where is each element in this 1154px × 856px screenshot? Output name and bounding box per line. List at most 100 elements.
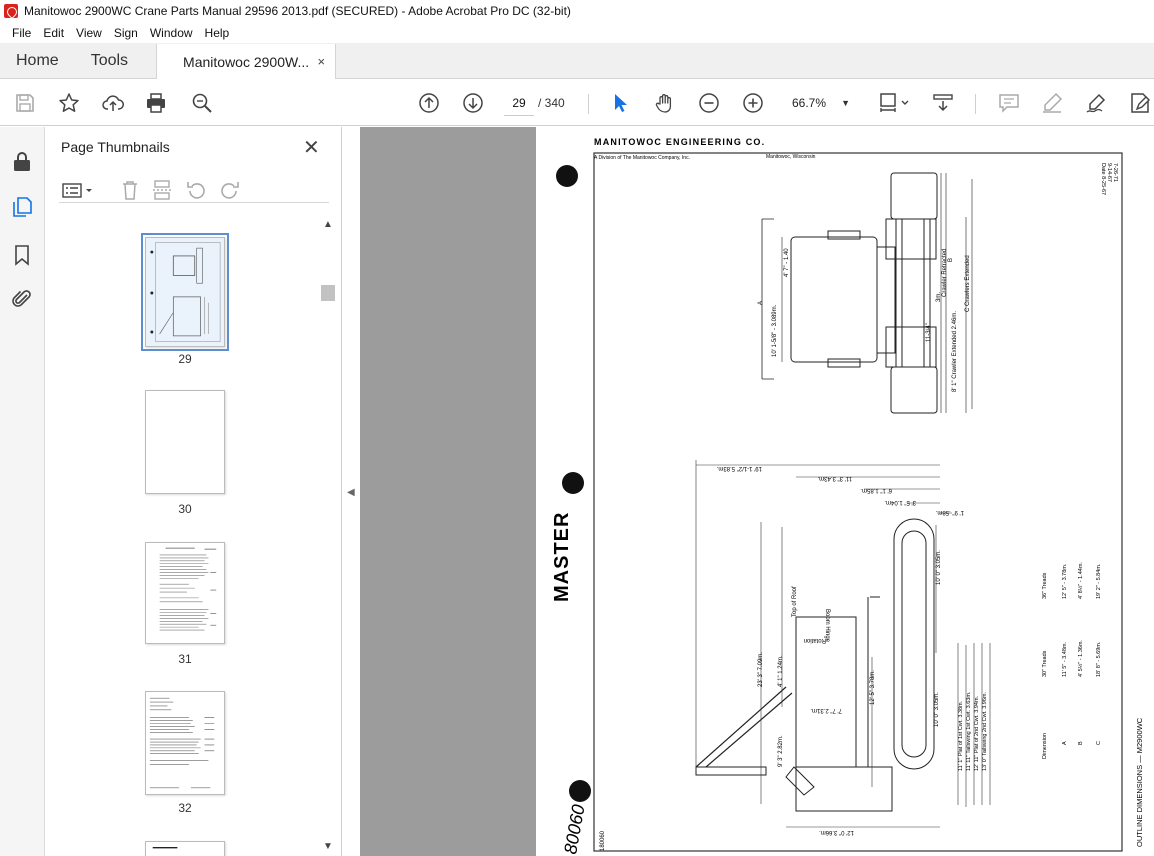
- thumbnail-page-number: 32: [178, 801, 192, 815]
- thumbnail-page-31[interactable]: [145, 542, 225, 644]
- insert-page-icon: [153, 180, 171, 200]
- dimension-label: 3' 5" 1.04m.: [884, 499, 916, 505]
- find-button[interactable]: [189, 90, 215, 116]
- thumbnail-page-32[interactable]: [145, 691, 225, 795]
- zoom-level-select[interactable]: 66.7% ▼: [784, 92, 854, 114]
- dimension-label: 12' 5" 3.78m.: [870, 670, 876, 705]
- save-button[interactable]: [12, 90, 38, 116]
- comment-button[interactable]: [996, 90, 1022, 116]
- table-cell: C: [1096, 741, 1102, 745]
- drawing-number: 180060: [600, 830, 606, 851]
- thumbnail-list: 29 30 31 32: [59, 217, 321, 856]
- fit-page-button[interactable]: [874, 90, 914, 116]
- close-icon[interactable]: ×: [317, 54, 325, 69]
- company-division: A Division of The Manitowoc Company, Inc…: [594, 155, 690, 161]
- menu-edit[interactable]: Edit: [37, 26, 70, 40]
- page-preview-image: [150, 242, 221, 342]
- panel-title: Page Thumbnails: [61, 139, 170, 155]
- panel-splitter[interactable]: ◀: [342, 127, 360, 856]
- table-cell: A: [1062, 741, 1068, 745]
- table-cell: 12' 5" - 3.78m.: [1062, 563, 1068, 599]
- next-page-button[interactable]: [460, 90, 486, 116]
- zoom-out-button[interactable]: [696, 90, 722, 116]
- tab-home[interactable]: Home: [0, 43, 75, 78]
- bookmark-star-button[interactable]: [56, 90, 82, 116]
- dimension-label: 19' 1-1/2" 5.83m.: [716, 465, 762, 471]
- dimension-label: 11' 3" 3.43m.: [817, 475, 852, 481]
- scroll-down-icon[interactable]: ▼: [323, 841, 333, 852]
- fit-page-icon: [880, 93, 909, 112]
- page-thumbnails-button[interactable]: [10, 195, 34, 219]
- highlight-icon: [1043, 92, 1063, 113]
- comment-icon: [999, 94, 1019, 113]
- crawlers-extended-label: C Crawlers Extended: [965, 255, 971, 312]
- page-number-input[interactable]: [504, 90, 534, 116]
- drawing-title: OUTLINE DIMENSIONS — M2900WC: [1135, 717, 1144, 847]
- security-button[interactable]: [10, 149, 34, 173]
- dimension-label: 4' 7" - 1.40: [784, 248, 790, 277]
- dimension-label: 23' 3" 7.09m.: [758, 652, 764, 687]
- previous-page-button[interactable]: [416, 90, 442, 116]
- bookmarks-button[interactable]: [10, 243, 34, 267]
- upload-button[interactable]: [100, 90, 126, 116]
- table-cell: B: [1078, 741, 1084, 745]
- rotate-clockwise-button[interactable]: [219, 179, 241, 201]
- menu-sign[interactable]: Sign: [108, 26, 144, 40]
- page-preview-image: [152, 847, 178, 849]
- page-preview-image: [159, 547, 217, 631]
- zoom-out-icon: [699, 93, 719, 113]
- menu-window[interactable]: Window: [144, 26, 199, 40]
- thumbnail-page-29[interactable]: [141, 233, 229, 351]
- rotate-counterclockwise-button[interactable]: [185, 179, 207, 201]
- dimension-label: 11-3/4": [926, 323, 932, 342]
- attachments-button[interactable]: [10, 287, 34, 311]
- table-cell: 4' 5½" - 1.36m.: [1077, 640, 1084, 677]
- menu-file[interactable]: File: [6, 26, 37, 40]
- thumbnail-page-number: 29: [178, 352, 192, 366]
- save-icon: [16, 94, 34, 112]
- menu-view[interactable]: View: [70, 26, 108, 40]
- table-cell: 11' 5" - 3.48m.: [1062, 642, 1068, 677]
- trash-icon: [123, 181, 137, 200]
- dimension-label: 10' 0" 3.05m.: [934, 692, 940, 727]
- close-icon[interactable]: ✕: [303, 135, 320, 160]
- zoom-in-button[interactable]: [740, 90, 766, 116]
- thumbnail-page-33[interactable]: [145, 841, 225, 856]
- chevron-down-icon: ▼: [841, 98, 850, 108]
- document-viewport[interactable]: MANITOWOC ENGINEERING CO. A Division of …: [360, 127, 1154, 856]
- page-preview-image: [149, 697, 215, 789]
- options-list-icon: [62, 183, 92, 198]
- thumbnail-options-button[interactable]: [61, 179, 95, 201]
- tab-tools[interactable]: Tools: [75, 43, 144, 78]
- select-tool-button[interactable]: [607, 90, 633, 116]
- bookmark-star-icon: [59, 93, 79, 112]
- highlight-button[interactable]: [1039, 90, 1065, 116]
- thumbnail-toolbar: [59, 177, 329, 203]
- thumbnail-scrollbar[interactable]: ▲ ▼: [321, 219, 335, 855]
- thumbnail-page-30[interactable]: [145, 390, 225, 494]
- select-arrow-icon: [615, 94, 627, 112]
- scrollbar-thumb[interactable]: [321, 285, 335, 301]
- collapse-panel-icon[interactable]: ◀: [347, 487, 355, 498]
- dimension-label: 11' 1" Plat of 1st Cwt. 3.38m.: [958, 700, 964, 771]
- insert-pages-button[interactable]: [151, 179, 173, 201]
- delete-pages-button[interactable]: [119, 179, 141, 201]
- sign-button[interactable]: [1083, 90, 1109, 116]
- lock-icon: [14, 152, 30, 171]
- scroll-up-icon[interactable]: ▲: [323, 219, 333, 230]
- page-up-icon: [419, 93, 439, 113]
- edit-pdf-button[interactable]: [1127, 90, 1153, 116]
- menu-help[interactable]: Help: [199, 26, 236, 40]
- print-button[interactable]: [143, 90, 169, 116]
- page-thumbnails-icon: [13, 197, 32, 217]
- table-header-dimension: Dimension: [1042, 733, 1048, 759]
- tab-document[interactable]: Manitowoc 2900W... ×: [156, 44, 337, 79]
- table-header-30: 30" Treads: [1042, 650, 1048, 677]
- table-cell: 19' 2" - 5.84m.: [1096, 563, 1102, 599]
- rotation-label: Rotation: [804, 637, 826, 643]
- scrolling-mode-button[interactable]: [930, 90, 956, 116]
- thumbnail-page-number: 30: [178, 502, 192, 516]
- tab-document-label: Manitowoc 2900W...: [183, 53, 310, 70]
- hand-tool-button[interactable]: [652, 90, 678, 116]
- toolbar-divider: [588, 94, 589, 114]
